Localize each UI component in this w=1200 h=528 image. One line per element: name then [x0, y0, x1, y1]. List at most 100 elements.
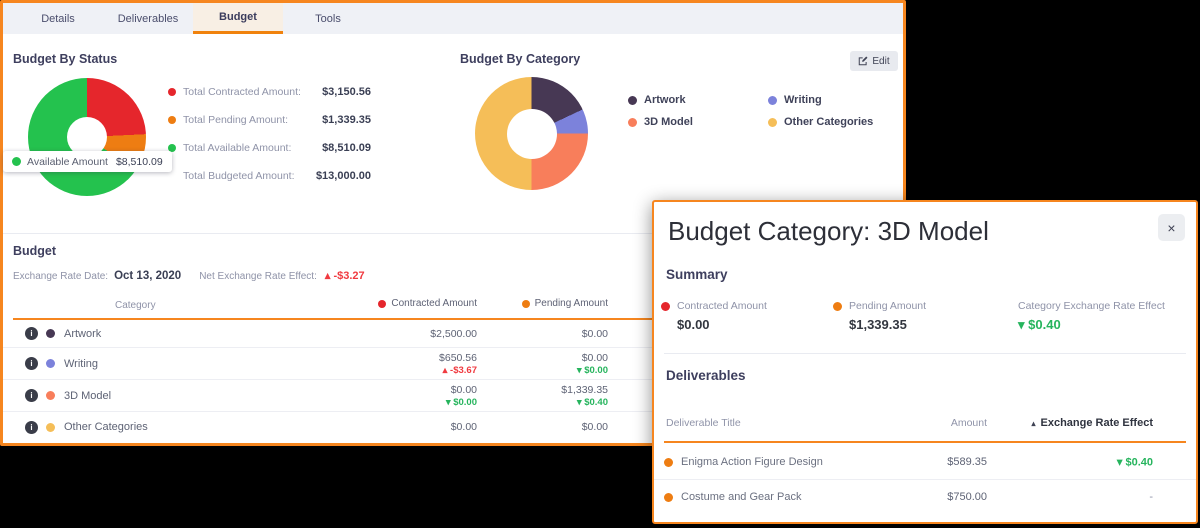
- deliverables-title: Deliverables: [666, 368, 746, 383]
- category-name: 3D Model: [64, 390, 111, 402]
- exchange-rate-date-value: Oct 13, 2020: [114, 270, 181, 282]
- pending-amount: $1,339.35: [561, 384, 608, 396]
- summary-exchange-rate-effect: Category Exchange Rate Effect ▾ $0.40: [1018, 300, 1165, 333]
- info-icon[interactable]: i: [25, 357, 38, 370]
- legend-item-3d-model: 3D Model: [628, 116, 693, 128]
- column-header-contracted: Contracted Amount: [378, 298, 477, 309]
- category-dot: [46, 391, 55, 400]
- 3d-model-dot: [628, 118, 637, 127]
- legend-label: Total Contracted Amount:: [183, 86, 301, 98]
- category-dot: [46, 423, 55, 432]
- row-left: Costume and Gear Pack: [664, 480, 801, 514]
- close-button[interactable]: ×: [1158, 214, 1185, 241]
- exchange-rate-line: Exchange Rate Date: Oct 13, 2020 Net Exc…: [13, 269, 365, 282]
- deliverable-title: Costume and Gear Pack: [681, 491, 801, 503]
- legend-label: Total Pending Amount:: [183, 114, 288, 126]
- modal-divider: [664, 353, 1186, 354]
- close-icon: ×: [1167, 220, 1175, 236]
- contracted-cell: $650.56 ▴ -$3.67: [439, 348, 477, 379]
- pending-delta: ▾ $0.00: [577, 365, 608, 376]
- edit-button[interactable]: Edit: [850, 51, 898, 71]
- writing-dot: [768, 96, 777, 105]
- legend-label: Total Available Amount:: [183, 142, 291, 154]
- category-name: Writing: [64, 358, 98, 370]
- legend-row-pending: Total Pending Amount: $1,339.35: [168, 106, 371, 134]
- sort-ascending-icon: ▴: [1032, 419, 1036, 428]
- tab-deliverables[interactable]: Deliverables: [103, 3, 193, 34]
- column-header-amount: Amount: [951, 417, 987, 429]
- info-icon[interactable]: i: [25, 389, 38, 402]
- legend-item-writing: Writing: [768, 94, 822, 106]
- deliverables-table-header: Deliverable Title Amount ▴ Exchange Rate…: [654, 417, 1196, 431]
- artwork-dot: [628, 96, 637, 105]
- legend-value: $8,510.09: [322, 142, 371, 154]
- category-dot: [46, 329, 55, 338]
- row-left: i Writing: [25, 348, 98, 379]
- category-section-title: Budget By Category: [460, 52, 580, 66]
- summary-pending: Pending Amount $1,339.35: [833, 300, 926, 332]
- contracted-delta: ▴ -$3.67: [443, 365, 477, 376]
- contracted-cell: $2,500.00: [430, 320, 477, 347]
- deliverable-effect: -: [1149, 491, 1153, 503]
- legend-value: $3,150.56: [322, 86, 371, 98]
- row-left: i Artwork: [25, 320, 101, 347]
- chart-tooltip: Available Amount $8,510.09: [3, 151, 172, 172]
- donut-hole: [507, 109, 557, 159]
- status-donut-chart[interactable]: [28, 78, 146, 196]
- status-legend: Total Contracted Amount: $3,150.56 Total…: [168, 78, 371, 190]
- legend-row-budgeted: Total Budgeted Amount: $13,000.00: [168, 162, 371, 190]
- summary-value: $1,339.35: [849, 317, 926, 332]
- legend-item-other-categories: Other Categories: [768, 116, 873, 128]
- exchange-rate-date-label: Exchange Rate Date:: [13, 271, 108, 282]
- available-dot: [12, 157, 21, 166]
- column-header-exchange-rate-effect[interactable]: ▴ Exchange Rate Effect: [1032, 417, 1154, 429]
- status-section-title: Budget By Status: [13, 52, 117, 66]
- column-header-pending: Pending Amount: [522, 298, 608, 309]
- row-left: Enigma Action Figure Design: [664, 445, 823, 479]
- tab-details[interactable]: Details: [13, 3, 103, 34]
- deliverable-dot: [664, 458, 673, 467]
- edit-label: Edit: [872, 56, 889, 67]
- category-name: Other Categories: [64, 421, 148, 433]
- tab-bar: Details Deliverables Budget Tools: [3, 3, 903, 34]
- tab-budget[interactable]: Budget: [193, 3, 283, 34]
- info-icon[interactable]: i: [25, 327, 38, 340]
- budget-category-modal: Budget Category: 3D Model × Summary Cont…: [652, 200, 1198, 524]
- summary-label: Category Exchange Rate Effect: [1018, 300, 1165, 312]
- tooltip-value: $8,510.09: [116, 156, 163, 168]
- legend-label: Artwork: [644, 94, 686, 106]
- category-name: Artwork: [64, 328, 101, 340]
- deliverable-row-costume[interactable]: Costume and Gear Pack $750.00 -: [654, 479, 1196, 514]
- contracted-dot: [378, 300, 386, 308]
- contracted-amount: $0.00: [451, 384, 477, 396]
- deliverable-effect: ▾ $0.40: [1117, 456, 1153, 469]
- legend-row-contracted: Total Contracted Amount: $3,150.56: [168, 78, 371, 106]
- spacer-dot: [168, 172, 176, 180]
- summary-label: Contracted Amount: [677, 300, 767, 312]
- deliverable-amount: $750.00: [947, 491, 987, 503]
- pending-dot: [168, 116, 176, 124]
- legend-label: 3D Model: [644, 116, 693, 128]
- column-header-deliverable-title: Deliverable Title: [666, 417, 741, 429]
- row-left: i Other Categories: [25, 412, 148, 442]
- summary-value: ▾ $0.40: [1018, 317, 1165, 333]
- info-icon[interactable]: i: [25, 421, 38, 434]
- summary-label: Pending Amount: [849, 300, 926, 312]
- column-header-label: Contracted Amount: [391, 298, 477, 309]
- budget-table-title: Budget: [13, 244, 56, 258]
- edit-icon: [858, 56, 868, 66]
- pending-cell: $0.00 ▾ $0.00: [577, 348, 608, 379]
- net-effect-label: Net Exchange Rate Effect:: [199, 271, 317, 282]
- pending-cell: $1,339.35 ▾ $0.40: [561, 380, 608, 411]
- deliverable-row-enigma[interactable]: Enigma Action Figure Design $589.35 ▾ $0…: [654, 445, 1196, 479]
- pending-dot: [833, 302, 842, 311]
- category-donut-chart[interactable]: [475, 77, 588, 190]
- column-header-label: Pending Amount: [535, 298, 608, 309]
- contracted-delta: ▾ $0.00: [446, 397, 477, 408]
- tab-tools[interactable]: Tools: [283, 3, 373, 34]
- deliverable-title: Enigma Action Figure Design: [681, 456, 823, 468]
- pending-amount: $0.00: [582, 328, 608, 340]
- modal-title: Budget Category: 3D Model: [668, 216, 989, 246]
- contracted-amount: $650.56: [439, 352, 477, 364]
- column-header-label: Exchange Rate Effect: [1041, 417, 1153, 429]
